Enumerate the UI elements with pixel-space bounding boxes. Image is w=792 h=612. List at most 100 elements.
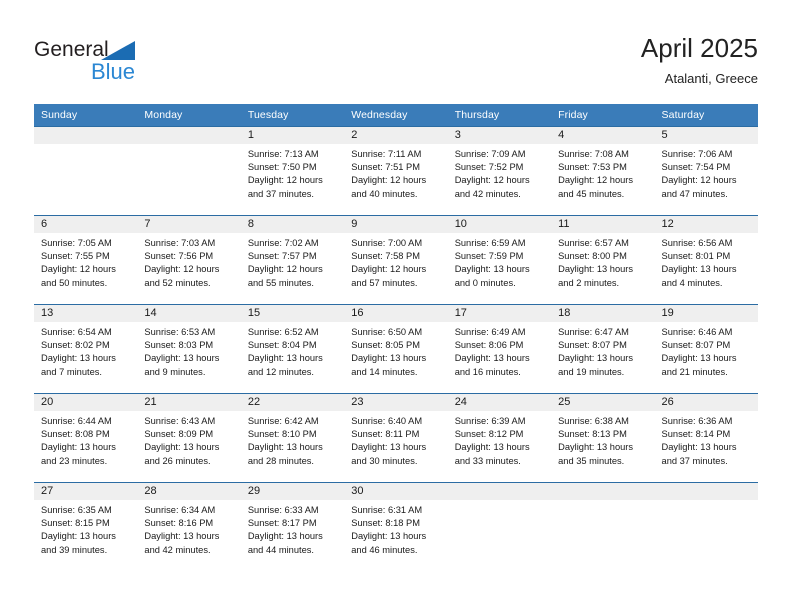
calendar-day-cell[interactable]: 10 Sunrise: 6:59 AM Sunset: 7:59 PM Dayligh…	[447, 215, 552, 305]
daylight-text-cont: and 57 minutes.	[351, 277, 418, 288]
sunset-text: Sunset: 7:53 PM	[558, 162, 627, 173]
calendar-day-cell[interactable]: 15 Sunrise: 6:52 AM Sunset: 8:04 PM Dayligh…	[240, 304, 345, 394]
day-details: Sunrise: 6:33 AM Sunset: 8:17 PM Daylight:…	[241, 500, 344, 557]
calendar-day-cell[interactable]: 2 Sunrise: 7:11 AM Sunset: 7:51 PM Daylight…	[344, 126, 448, 216]
day-number: 26	[654, 394, 758, 411]
daylight-text-cont: and 47 minutes.	[661, 188, 728, 199]
day-details	[34, 144, 137, 148]
day-details: Sunrise: 7:08 AM Sunset: 7:53 PM Daylight:…	[551, 144, 654, 201]
calendar-day-cell[interactable]: 30 Sunrise: 6:31 AM Sunset: 8:18 PM Dayligh…	[344, 482, 448, 571]
logo-text-blue: Blue	[91, 59, 136, 84]
calendar-day-cell[interactable]: 13 Sunrise: 6:54 AM Sunset: 8:02 PM Dayligh…	[34, 304, 138, 394]
calendar-day-cell[interactable]: 21 Sunrise: 6:43 AM Sunset: 8:09 PM Dayligh…	[137, 393, 241, 483]
sunrise-text: Sunrise: 6:57 AM	[558, 238, 629, 248]
daylight-text-cont: and 46 minutes.	[351, 544, 418, 555]
weekday-header-friday: Friday	[551, 104, 655, 127]
day-number: 14	[137, 305, 241, 322]
weekday-header-saturday: Saturday	[654, 104, 758, 127]
sunrise-text: Sunrise: 7:02 AM	[247, 238, 319, 248]
calendar-day-cell[interactable]: 27 Sunrise: 6:35 AM Sunset: 8:15 PM Dayligh…	[34, 482, 138, 571]
sunrise-text: Sunrise: 6:52 AM	[247, 327, 319, 337]
calendar-day-cell[interactable]: 17 Sunrise: 6:49 AM Sunset: 8:06 PM Dayligh…	[447, 304, 552, 394]
day-number: 15	[240, 305, 345, 322]
sunrise-text: Sunrise: 7:13 AM	[247, 149, 319, 159]
calendar-cell-inner: 13 Sunrise: 6:54 AM Sunset: 8:02 PM Dayligh…	[34, 305, 138, 393]
day-details: Sunrise: 6:36 AM Sunset: 8:14 PM Daylight:…	[655, 411, 758, 468]
day-number: 29	[240, 483, 345, 500]
calendar-day-cell[interactable]: 18 Sunrise: 6:47 AM Sunset: 8:07 PM Dayligh…	[551, 304, 655, 394]
calendar-cell-inner: 24 Sunrise: 6:39 AM Sunset: 8:12 PM Dayligh…	[447, 394, 552, 482]
sunset-text: Sunset: 8:08 PM	[41, 429, 110, 440]
calendar-day-cell[interactable]: 24 Sunrise: 6:39 AM Sunset: 8:12 PM Dayligh…	[447, 393, 552, 483]
day-number: 13	[34, 305, 138, 322]
calendar-week-row: 13 Sunrise: 6:54 AM Sunset: 8:02 PM Dayligh…	[34, 304, 758, 394]
calendar-day-cell[interactable]: 20 Sunrise: 6:44 AM Sunset: 8:08 PM Dayligh…	[34, 393, 138, 483]
day-details: Sunrise: 6:50 AM Sunset: 8:05 PM Daylight:…	[344, 322, 447, 379]
sunset-text: Sunset: 8:07 PM	[661, 340, 731, 351]
daylight-text: Daylight: 13 hours	[558, 442, 634, 453]
calendar-header-row: Sunday Monday Tuesday Wednesday Thursday Frid…	[34, 104, 758, 127]
calendar-day-cell[interactable]: 8 Sunrise: 7:02 AM Sunset: 7:57 PM Daylight…	[240, 215, 345, 305]
sunset-text: Sunset: 7:54 PM	[661, 162, 731, 173]
calendar-day-cell[interactable]: 26 Sunrise: 6:36 AM Sunset: 8:14 PM Dayligh…	[654, 393, 758, 483]
calendar-cell-inner: 21 Sunrise: 6:43 AM Sunset: 8:09 PM Dayligh…	[137, 394, 241, 482]
daylight-text: Daylight: 13 hours	[558, 353, 634, 364]
calendar-day-cell[interactable]: 19 Sunrise: 6:46 AM Sunset: 8:07 PM Dayligh…	[654, 304, 758, 394]
calendar-day-cell[interactable]: 7 Sunrise: 7:03 AM Sunset: 7:56 PM Daylight…	[137, 215, 241, 305]
daylight-text: Daylight: 13 hours	[247, 531, 323, 542]
sunset-text: Sunset: 8:18 PM	[351, 518, 420, 529]
daylight-text: Daylight: 12 hours	[144, 264, 220, 275]
sunset-text: Sunset: 7:59 PM	[454, 251, 524, 262]
daylight-text: Daylight: 12 hours	[247, 175, 323, 186]
daylight-text: Daylight: 13 hours	[661, 264, 737, 275]
day-details: Sunrise: 7:03 AM Sunset: 7:56 PM Daylight:…	[137, 233, 240, 290]
daylight-text: Daylight: 13 hours	[41, 531, 116, 542]
calendar-day-cell[interactable]: 29 Sunrise: 6:33 AM Sunset: 8:17 PM Dayligh…	[240, 482, 345, 571]
sunset-text: Sunset: 8:14 PM	[661, 429, 731, 440]
sunset-text: Sunset: 8:07 PM	[558, 340, 627, 351]
daylight-text: Daylight: 13 hours	[454, 353, 530, 364]
calendar-day-cell[interactable]: 16 Sunrise: 6:50 AM Sunset: 8:05 PM Dayligh…	[344, 304, 448, 394]
calendar-day-cell[interactable]: 3 Sunrise: 7:09 AM Sunset: 7:52 PM Daylight…	[447, 126, 552, 216]
calendar-day-cell[interactable]: 23 Sunrise: 6:40 AM Sunset: 8:11 PM Dayligh…	[344, 393, 448, 483]
sunset-text: Sunset: 8:10 PM	[247, 429, 317, 440]
daylight-text: Daylight: 13 hours	[454, 264, 530, 275]
calendar-day-cell[interactable]: 5 Sunrise: 7:06 AM Sunset: 7:54 PM Daylight…	[654, 126, 758, 216]
day-number: 10	[447, 216, 552, 233]
calendar-day-cell[interactable]: 22 Sunrise: 6:42 AM Sunset: 8:10 PM Dayligh…	[240, 393, 345, 483]
daylight-text: Daylight: 13 hours	[351, 353, 427, 364]
day-number: 21	[137, 394, 241, 411]
calendar-cell-inner: 26 Sunrise: 6:36 AM Sunset: 8:14 PM Dayligh…	[654, 394, 758, 482]
calendar-cell-inner: 17 Sunrise: 6:49 AM Sunset: 8:06 PM Dayligh…	[447, 305, 552, 393]
day-details: Sunrise: 7:05 AM Sunset: 7:55 PM Daylight:…	[34, 233, 137, 290]
calendar-week-row: 20 Sunrise: 6:44 AM Sunset: 8:08 PM Dayligh…	[34, 393, 758, 483]
calendar-day-cell[interactable]: 25 Sunrise: 6:38 AM Sunset: 8:13 PM Dayligh…	[551, 393, 655, 483]
calendar-day-cell[interactable]: 11 Sunrise: 6:57 AM Sunset: 8:00 PM Dayligh…	[551, 215, 655, 305]
calendar-cell-inner: 4 Sunrise: 7:08 AM Sunset: 7:53 PM Daylight…	[551, 127, 655, 215]
calendar-day-cell[interactable]: 9 Sunrise: 7:00 AM Sunset: 7:58 PM Daylight…	[344, 215, 448, 305]
calendar-day-cell[interactable]: 14 Sunrise: 6:53 AM Sunset: 8:03 PM Dayligh…	[137, 304, 241, 394]
day-details: Sunrise: 7:00 AM Sunset: 7:58 PM Daylight:…	[344, 233, 447, 290]
daylight-text-cont: and 14 minutes.	[351, 366, 418, 377]
daylight-text-cont: and 45 minutes.	[558, 188, 625, 199]
day-details: Sunrise: 7:02 AM Sunset: 7:57 PM Daylight:…	[241, 233, 344, 290]
calendar-cell-inner: 6 Sunrise: 7:05 AM Sunset: 7:55 PM Daylight…	[34, 216, 138, 304]
sunrise-text: Sunrise: 7:09 AM	[454, 149, 526, 159]
day-number: 3	[447, 127, 552, 144]
sunrise-text: Sunrise: 6:33 AM	[247, 505, 319, 515]
calendar-day-cell[interactable]: 12 Sunrise: 6:56 AM Sunset: 8:01 PM Dayligh…	[654, 215, 758, 305]
daylight-text-cont: and 12 minutes.	[247, 366, 314, 377]
day-details	[551, 500, 654, 504]
daylight-text: Daylight: 12 hours	[661, 175, 737, 186]
day-details: Sunrise: 6:49 AM Sunset: 8:06 PM Daylight:…	[448, 322, 551, 379]
calendar-cell-inner	[34, 127, 138, 215]
calendar-day-cell[interactable]: 6 Sunrise: 7:05 AM Sunset: 7:55 PM Daylight…	[34, 215, 138, 305]
weekday-header-monday: Monday	[137, 104, 241, 127]
sunrise-text: Sunrise: 7:08 AM	[558, 149, 629, 159]
calendar-day-cell[interactable]: 1 Sunrise: 7:13 AM Sunset: 7:50 PM Daylight…	[240, 126, 345, 216]
sunset-text: Sunset: 8:13 PM	[558, 429, 627, 440]
general-blue-logo[interactable]: General Blue	[34, 38, 164, 84]
calendar-day-cell[interactable]: 28 Sunrise: 6:34 AM Sunset: 8:16 PM Dayligh…	[137, 482, 241, 571]
calendar-day-cell[interactable]: 4 Sunrise: 7:08 AM Sunset: 7:53 PM Daylight…	[551, 126, 655, 216]
weekday-header-tuesday: Tuesday	[240, 104, 345, 127]
